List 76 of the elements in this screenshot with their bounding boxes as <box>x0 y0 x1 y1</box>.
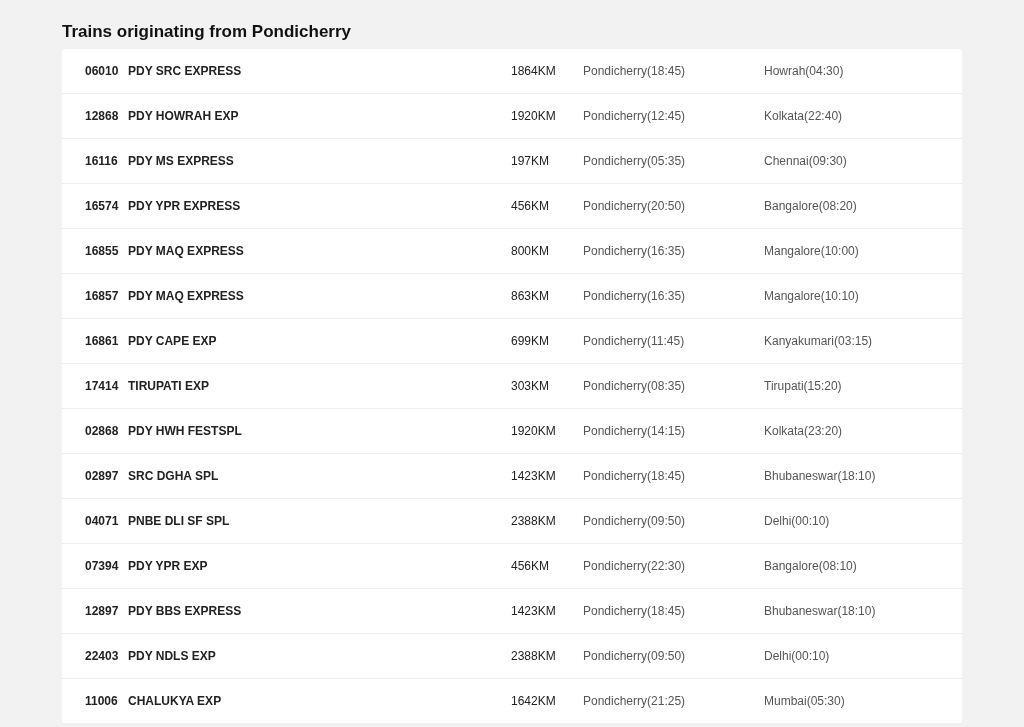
departure: Pondicherry(08:35) <box>583 378 687 395</box>
distance: 456KM <box>511 198 551 215</box>
arrival: Kolkata(23:20) <box>764 423 843 440</box>
train-name: PDY CAPE EXP <box>128 333 218 350</box>
arrival: Chennai(09:30) <box>764 153 847 170</box>
arrival: Howrah(04:30) <box>764 63 844 80</box>
arrival: Bhubaneswar(18:10) <box>764 468 876 485</box>
departure: Pondicherry(14:15) <box>583 423 687 440</box>
distance: 1920KM <box>511 108 557 125</box>
train-number: 11006 <box>85 693 119 710</box>
train-number: 02897 <box>85 468 120 485</box>
distance: 699KM <box>511 333 551 350</box>
departure: Pondicherry(18:45) <box>583 468 687 485</box>
departure: Pondicherry(21:25) <box>583 693 687 710</box>
train-name: PDY SRC EXPRESS <box>128 63 243 80</box>
departure: Pondicherry(18:45) <box>583 603 687 620</box>
page-title: Trains originating from Pondicherry <box>62 21 353 43</box>
arrival: Delhi(00:10) <box>764 648 830 665</box>
train-number: 16116 <box>85 153 119 170</box>
departure: Pondicherry(09:50) <box>583 513 687 530</box>
distance: 197KM <box>511 153 551 170</box>
distance: 1423KM <box>511 603 557 620</box>
departure: Pondicherry(11:45) <box>583 333 686 350</box>
departure: Pondicherry(16:35) <box>583 288 687 305</box>
train-number: 16857 <box>85 288 120 305</box>
train-name: PDY MAQ EXPRESS <box>128 243 245 260</box>
arrival: Mangalore(10:00) <box>764 243 859 260</box>
train-number: 16574 <box>85 198 120 215</box>
train-name: PDY YPR EXP <box>128 558 209 575</box>
distance: 2388KM <box>511 513 557 530</box>
train-name: TIRUPATI EXP <box>128 378 210 395</box>
departure: Pondicherry(12:45) <box>583 108 687 125</box>
arrival: Tirupati(15:20) <box>764 378 842 395</box>
train-name: PDY YPR EXPRESS <box>128 198 242 215</box>
train-name: PNBE DLI SF SPL <box>128 513 231 530</box>
train-name: SRC DGHA SPL <box>128 468 220 485</box>
distance: 863KM <box>511 288 551 305</box>
departure: Pondicherry(18:45) <box>583 63 687 80</box>
distance: 303KM <box>511 378 551 395</box>
train-number: 04071 <box>85 513 120 530</box>
train-number: 02868 <box>85 423 120 440</box>
departure: Pondicherry(16:35) <box>583 243 687 260</box>
train-name: PDY BBS EXPRESS <box>128 603 243 620</box>
arrival: Mangalore(10:10) <box>764 288 859 305</box>
arrival: Kolkata(22:40) <box>764 108 843 125</box>
arrival: Bangalore(08:10) <box>764 558 857 575</box>
train-name: PDY NDLS EXP <box>128 648 217 665</box>
distance: 456KM <box>511 558 551 575</box>
distance: 800KM <box>511 243 551 260</box>
train-name: PDY HWH FESTSPL <box>128 423 243 440</box>
arrival: Bangalore(08:20) <box>764 198 857 215</box>
distance: 1864KM <box>511 63 557 80</box>
train-name: PDY MAQ EXPRESS <box>128 288 245 305</box>
train-number: 16855 <box>85 243 120 260</box>
distance: 1423KM <box>511 468 557 485</box>
train-number: 06010 <box>85 63 120 80</box>
departure: Pondicherry(09:50) <box>583 648 687 665</box>
distance: 1920KM <box>511 423 557 440</box>
arrival: Mumbai(05:30) <box>764 693 845 710</box>
departure: Pondicherry(22:30) <box>583 558 687 575</box>
train-name: CHALUKYA EXP <box>128 693 223 710</box>
train-number: 16861 <box>85 333 120 350</box>
train-number: 12868 <box>85 108 120 125</box>
distance: 2388KM <box>511 648 557 665</box>
departure: Pondicherry(05:35) <box>583 153 687 170</box>
train-name: PDY MS EXPRESS <box>128 153 235 170</box>
train-number: 17414 <box>85 378 120 395</box>
arrival: Delhi(00:10) <box>764 513 830 530</box>
train-number: 07394 <box>85 558 120 575</box>
distance: 1642KM <box>511 693 557 710</box>
train-name: PDY HOWRAH EXP <box>128 108 240 125</box>
arrival: Kanyakumari(03:15) <box>764 333 873 350</box>
train-number: 22403 <box>85 648 120 665</box>
train-number: 12897 <box>85 603 120 620</box>
arrival: Bhubaneswar(18:10) <box>764 603 876 620</box>
departure: Pondicherry(20:50) <box>583 198 687 215</box>
